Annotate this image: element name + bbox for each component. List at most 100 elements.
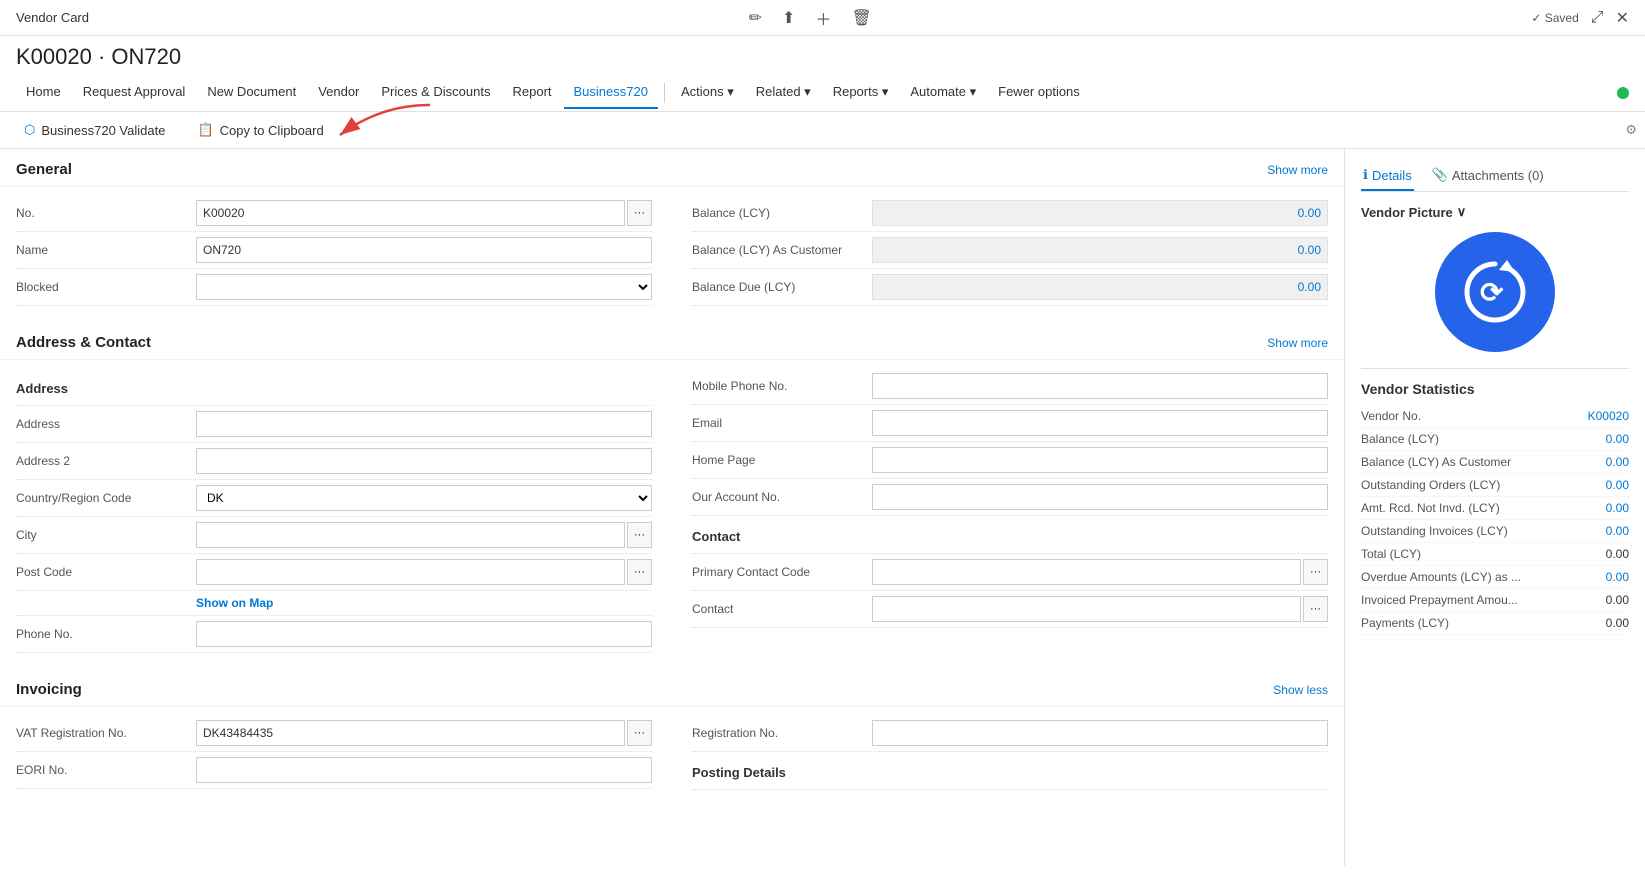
chevron-down-icon: ∨: [1457, 204, 1467, 220]
homepage-input[interactable]: [872, 447, 1328, 473]
field-phone-value: [196, 621, 652, 647]
nav-automate[interactable]: Automate ▾: [900, 76, 986, 110]
nav-business720[interactable]: Business720: [564, 76, 658, 109]
tab-details[interactable]: ℹ Details: [1361, 161, 1414, 191]
field-country-label: Country/Region Code: [16, 491, 196, 505]
vendor-avatar: ⟳: [1435, 232, 1555, 352]
address2-input[interactable]: [196, 448, 652, 474]
field-no-value: ···: [196, 200, 652, 226]
vat-reg-lookup-btn[interactable]: ···: [627, 720, 652, 746]
stat-balance-lcy-customer-value[interactable]: 0.00: [1606, 455, 1629, 469]
stat-outstanding-invoices: Outstanding Invoices (LCY) 0.00: [1361, 520, 1629, 543]
reg-no-input[interactable]: [872, 720, 1328, 746]
no-lookup-btn[interactable]: ···: [627, 200, 652, 226]
primary-contact-input[interactable]: [872, 559, 1301, 585]
stat-prepayment-value: 0.00: [1606, 593, 1629, 607]
field-name-label: Name: [16, 243, 196, 257]
restore-icon[interactable]: ⤢: [1591, 9, 1604, 27]
field-our-account-label: Our Account No.: [692, 490, 872, 504]
nav-fewer-options[interactable]: Fewer options: [988, 76, 1090, 109]
address-title: Address & Contact: [16, 334, 151, 351]
share-icon[interactable]: ⬆: [782, 8, 795, 28]
stat-outstanding-orders-value[interactable]: 0.00: [1606, 478, 1629, 492]
nav-prices-discounts[interactable]: Prices & Discounts: [371, 76, 500, 109]
stat-payments: Payments (LCY) 0.00: [1361, 612, 1629, 635]
contact-lookup-btn[interactable]: ···: [1303, 596, 1328, 622]
clipboard-icon: 📋: [197, 122, 213, 138]
field-balance-due-label: Balance Due (LCY): [692, 280, 872, 294]
field-email-label: Email: [692, 416, 872, 430]
our-account-input[interactable]: [872, 484, 1328, 510]
country-select[interactable]: DK US DE: [196, 485, 652, 511]
field-primary-contact-label: Primary Contact Code: [692, 565, 872, 579]
mobile-input[interactable]: [872, 373, 1328, 399]
nav-actions[interactable]: Actions ▾: [671, 76, 744, 110]
vendor-stats-title: Vendor Statistics: [1361, 381, 1629, 397]
field-postcode: Post Code ···: [16, 554, 652, 591]
copy-clipboard-button[interactable]: 📋 Copy to Clipboard: [189, 118, 331, 142]
nav-home[interactable]: Home: [16, 76, 71, 109]
nav-report[interactable]: Report: [502, 76, 561, 109]
postcode-input[interactable]: [196, 559, 625, 585]
page-title: K00020 · ON720: [0, 36, 1645, 74]
sidebar-tabs: ℹ Details 📎 Attachments (0): [1361, 161, 1629, 192]
edit-icon[interactable]: ✏: [749, 8, 762, 28]
field-city: City ···: [16, 517, 652, 554]
email-input[interactable]: [872, 410, 1328, 436]
add-icon[interactable]: ＋: [815, 6, 831, 30]
name-input[interactable]: [196, 237, 652, 263]
nav-request-approval[interactable]: Request Approval: [73, 76, 196, 109]
field-eori-label: EORI No.: [16, 763, 196, 777]
stat-outstanding-invoices-value[interactable]: 0.00: [1606, 524, 1629, 538]
field-blocked-label: Blocked: [16, 280, 196, 294]
blocked-select[interactable]: All Payment: [196, 274, 652, 300]
general-show-more[interactable]: Show more: [1267, 163, 1328, 177]
stat-vendor-no-value[interactable]: K00020: [1588, 409, 1629, 423]
field-our-account: Our Account No.: [692, 479, 1328, 516]
field-city-value: ···: [196, 522, 652, 548]
stat-total-lcy-value: 0.00: [1606, 547, 1629, 561]
vendor-picture-header[interactable]: Vendor Picture ∨: [1361, 204, 1629, 220]
no-input[interactable]: [196, 200, 625, 226]
settings-icon[interactable]: ⚙: [1625, 122, 1637, 138]
stat-outstanding-orders: Outstanding Orders (LCY) 0.00: [1361, 474, 1629, 497]
field-balance-lcy: Balance (LCY): [692, 195, 1328, 232]
field-balance-lcy-customer-label: Balance (LCY) As Customer: [692, 243, 872, 257]
invoicing-show-less[interactable]: Show less: [1273, 683, 1328, 697]
stat-overdue-value[interactable]: 0.00: [1606, 570, 1629, 584]
show-on-map-link[interactable]: Show on Map: [196, 596, 273, 610]
general-section: General Show more No. ··· Name: [0, 149, 1344, 314]
nav-related[interactable]: Related ▾: [746, 76, 821, 110]
field-phone: Phone No.: [16, 616, 652, 653]
address-show-more[interactable]: Show more: [1267, 336, 1328, 350]
contact-input[interactable]: [872, 596, 1301, 622]
address-input[interactable]: [196, 411, 652, 437]
minimize-icon[interactable]: ✕: [1616, 8, 1629, 28]
address-subsection-row: Address: [16, 368, 652, 406]
validate-button[interactable]: ⬡ Business720 Validate: [16, 118, 173, 142]
field-address2-label: Address 2: [16, 454, 196, 468]
nav-reports[interactable]: Reports ▾: [823, 76, 899, 110]
saved-status: ✓ Saved: [1531, 11, 1578, 25]
stat-amt-rcd-value[interactable]: 0.00: [1606, 501, 1629, 515]
phone-input[interactable]: [196, 621, 652, 647]
city-input[interactable]: [196, 522, 625, 548]
details-icon: ℹ: [1363, 167, 1368, 183]
vat-reg-input[interactable]: [196, 720, 625, 746]
nav-new-document[interactable]: New Document: [197, 76, 306, 109]
postcode-lookup-btn[interactable]: ···: [627, 559, 652, 585]
city-lookup-btn[interactable]: ···: [627, 522, 652, 548]
tab-attachments[interactable]: 📎 Attachments (0): [1430, 161, 1546, 191]
field-homepage-value: [872, 447, 1328, 473]
field-mobile-value: [872, 373, 1328, 399]
eori-input[interactable]: [196, 757, 652, 783]
stat-balance-lcy-value[interactable]: 0.00: [1606, 432, 1629, 446]
nav-vendor[interactable]: Vendor: [308, 76, 369, 109]
field-email-value: [872, 410, 1328, 436]
field-no: No. ···: [16, 195, 652, 232]
stat-balance-lcy-customer: Balance (LCY) As Customer 0.00: [1361, 451, 1629, 474]
invoicing-form: VAT Registration No. ··· EORI No.: [0, 707, 1344, 798]
stat-vendor-no-label: Vendor No.: [1361, 409, 1421, 423]
delete-icon[interactable]: 🗑: [851, 8, 871, 28]
primary-contact-lookup-btn[interactable]: ···: [1303, 559, 1328, 585]
